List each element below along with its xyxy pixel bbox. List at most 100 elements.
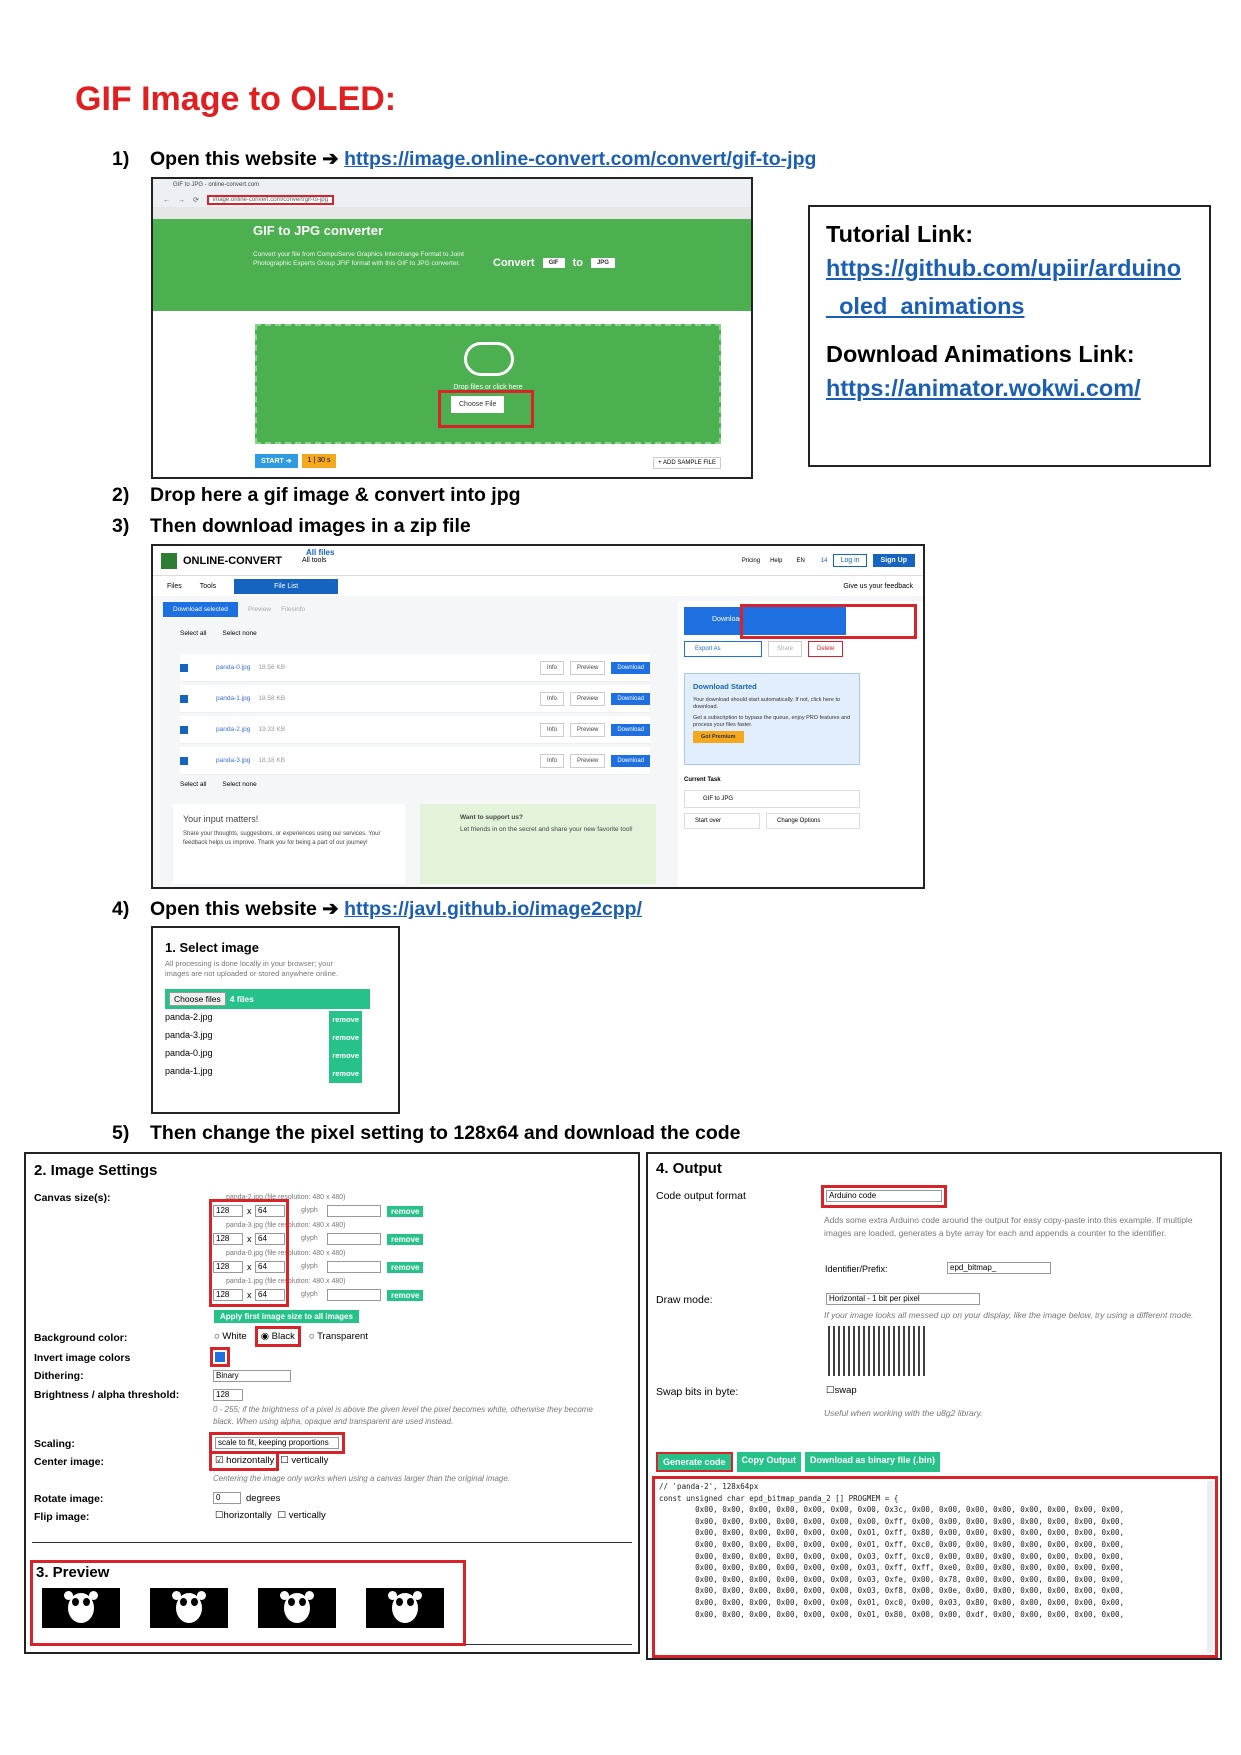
back-icon[interactable]: ←	[163, 197, 170, 204]
file-row[interactable]: panda-1.jpg 18.58 KB Info Preview Download	[180, 685, 650, 713]
checkbox[interactable]	[180, 663, 188, 672]
start-button[interactable]: START ➔	[255, 454, 298, 468]
preview-button[interactable]: Preview	[569, 691, 606, 706]
info-button[interactable]: Info	[539, 691, 564, 706]
feedback-card: Your input matters! Share your thoughts,…	[173, 804, 405, 884]
glyph-input[interactable]	[327, 1205, 381, 1217]
checkbox[interactable]	[180, 756, 188, 765]
screenshot-select-image: 1. Select image All processing is done l…	[151, 926, 400, 1114]
browser-chrome: GIF to JPG - online-convert.com ← → ⟳ imag…	[153, 179, 751, 221]
generate-code-button[interactable]: Generate code	[656, 1452, 733, 1472]
list-item: panda-0.jpg remove	[165, 1045, 386, 1065]
remove-button[interactable]: remove	[329, 1065, 362, 1083]
download-link[interactable]: https://animator.wokwi.com/	[826, 369, 1193, 407]
logo-icon	[161, 552, 177, 569]
download-button[interactable]: Download	[611, 723, 650, 736]
support-card: Want to support us? Let friends in on th…	[420, 804, 656, 884]
signup-button[interactable]: Sign Up	[872, 554, 915, 567]
glyph-input[interactable]	[327, 1233, 381, 1245]
download-selected-button[interactable]: Download selected	[163, 601, 238, 617]
filesinfo-disabled: Filesinfo	[281, 605, 306, 613]
add-sample-button[interactable]: + ADD SAMPLE FILE	[653, 457, 721, 469]
preview-button[interactable]: Preview	[569, 722, 606, 737]
to-format-select[interactable]: JPG	[590, 258, 615, 268]
highlight-horizontal	[209, 1451, 279, 1471]
apply-size-button[interactable]: Apply first image size to all images	[214, 1310, 359, 1323]
all-tools-menu[interactable]: All tools	[302, 557, 327, 564]
file-row[interactable]: panda-0.jpg 18.56 KB Info Preview Download	[180, 654, 650, 682]
identifier-input[interactable]: epd_bitmap_	[947, 1262, 1051, 1274]
step-1-link[interactable]: https://image.online-convert.com/convert…	[344, 148, 816, 170]
file-picker[interactable]: Choose files 4 files	[165, 989, 370, 1009]
download-button[interactable]: Download	[611, 692, 650, 705]
checkbox[interactable]	[180, 694, 188, 703]
change-options-button[interactable]: Change Options	[766, 813, 860, 829]
dithering-select[interactable]: Binary	[213, 1370, 291, 1382]
copy-output-button[interactable]: Copy Output	[736, 1452, 802, 1472]
info-button[interactable]: Info	[539, 722, 564, 737]
select-image-heading: 1. Select image	[165, 940, 259, 955]
code-output[interactable]: // 'panda-2', 128x64px const unsigned ch…	[652, 1476, 1218, 1658]
download-bin-button[interactable]: Download as binary file (.bin)	[805, 1452, 941, 1472]
feedback-link[interactable]: Give us your feedback	[843, 583, 913, 590]
download-button[interactable]: Download	[611, 661, 650, 674]
delete-button[interactable]: Delete	[808, 641, 844, 657]
radio-white[interactable]: ○ White	[214, 1331, 247, 1342]
select-none[interactable]: Select none	[222, 630, 256, 637]
step-1: 1) Open this website ➔ https://image.onli…	[112, 148, 817, 170]
current-task-item[interactable]: GIF to JPG	[684, 790, 860, 808]
help-link[interactable]: Help	[770, 558, 782, 564]
address-bar[interactable]: image.online-convert.com/convert/gif-to-…	[206, 195, 334, 205]
remove-button[interactable]: remove	[387, 1290, 424, 1301]
swap-checkbox[interactable]: ☐swap	[826, 1385, 857, 1396]
remove-button[interactable]: remove	[387, 1234, 424, 1245]
glyph-input[interactable]	[327, 1289, 381, 1301]
rotate-select[interactable]: 0	[213, 1492, 241, 1504]
info-button[interactable]: Info	[539, 660, 564, 675]
to-label: to	[572, 257, 583, 269]
flip-vertical-checkbox[interactable]: ☐ vertically	[278, 1510, 326, 1521]
pricing-link[interactable]: Pricing	[742, 558, 760, 564]
draw-mode-select[interactable]: Horizontal - 1 bit per pixel	[826, 1293, 980, 1305]
choose-files-button[interactable]: Choose files	[169, 992, 226, 1006]
scrollbar[interactable]	[1207, 1481, 1213, 1653]
remove-button[interactable]: remove	[387, 1206, 424, 1217]
download-button[interactable]: Download	[611, 754, 650, 767]
language-select[interactable]: EN	[796, 558, 804, 564]
center-vertical-checkbox[interactable]: ☐ vertically	[280, 1455, 328, 1466]
browser-tab[interactable]: GIF to JPG - online-convert.com	[153, 179, 751, 193]
select-none-bottom[interactable]: Select none	[222, 781, 256, 788]
forward-icon[interactable]: →	[178, 197, 185, 204]
from-format-select[interactable]: GIF	[542, 258, 565, 268]
tab-file-list[interactable]: File List	[234, 578, 339, 594]
export-as-button[interactable]: Export As	[684, 641, 762, 657]
reload-icon[interactable]: ⟳	[193, 196, 199, 204]
preview-button[interactable]: Preview	[569, 660, 606, 675]
flip-horizontal-checkbox[interactable]: ☐horizontally	[215, 1510, 272, 1521]
file-row[interactable]: panda-2.jpg 19.33 KB Info Preview Download	[180, 716, 650, 744]
select-all[interactable]: Select all	[180, 630, 206, 637]
tab-files[interactable]: Files	[167, 583, 182, 590]
threshold-input[interactable]: 128	[213, 1389, 243, 1401]
download-started-card: Download Started Your download should st…	[684, 673, 860, 765]
tutorial-label: Tutorial Link:	[826, 221, 974, 247]
tutorial-link[interactable]: https://github.com/upiir/arduino_oled_an…	[826, 249, 1193, 325]
garbled-example-image	[828, 1326, 928, 1376]
login-button[interactable]: Log in	[833, 554, 867, 567]
premium-button[interactable]: Got Premium	[693, 731, 744, 743]
remove-button[interactable]: remove	[387, 1262, 424, 1273]
glyph-input[interactable]	[327, 1261, 381, 1273]
share-button[interactable]: Share	[768, 641, 803, 657]
preview-button[interactable]: Preview	[569, 753, 606, 768]
file-row[interactable]: panda-3.jpg 18.18 KB Info Preview Download	[180, 747, 650, 775]
options-button[interactable]: 1 | 30 s	[301, 454, 337, 468]
image-settings-heading: 2. Image Settings	[34, 1162, 158, 1179]
info-button[interactable]: Info	[539, 753, 564, 768]
select-all-bottom[interactable]: Select all	[180, 781, 206, 788]
checkbox[interactable]	[180, 725, 188, 734]
tab-tools[interactable]: Tools	[200, 583, 216, 590]
step-2: 2) Drop here a gif image & convert into j…	[112, 484, 521, 506]
radio-transparent[interactable]: ○ Transparent	[309, 1331, 368, 1342]
start-over-button[interactable]: Start over	[684, 813, 760, 829]
step-4-link[interactable]: https://javl.github.io/image2cpp/	[344, 898, 642, 920]
